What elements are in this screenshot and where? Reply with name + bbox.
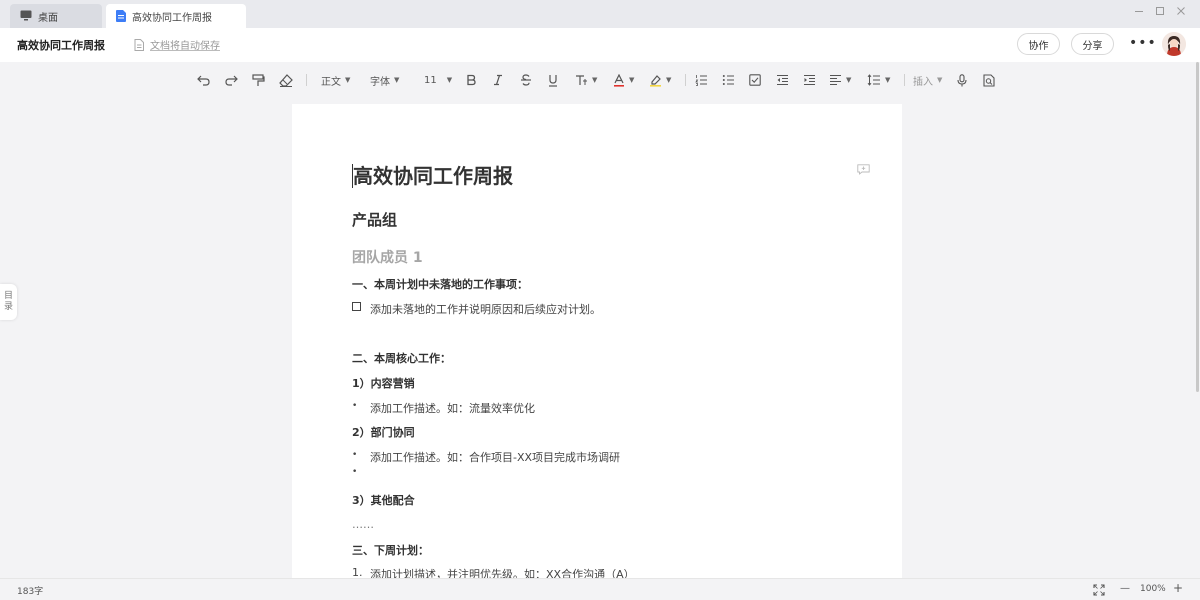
chevron-down-icon: ▼ (885, 76, 891, 84)
tab-document-label: 高效协同工作周报 (132, 12, 212, 24)
document-heading-3[interactable]: 团队成员 1 (352, 247, 423, 267)
ordered-list-icon[interactable] (695, 72, 708, 88)
text-effects-icon[interactable]: ▼ (575, 72, 597, 88)
collaborate-button[interactable]: 协作 (1017, 33, 1060, 55)
undo-icon[interactable] (197, 72, 211, 88)
toc-label-top: 目 (3, 291, 13, 301)
list-item[interactable]: 添加工作描述。如：流量效率优化 (370, 400, 535, 416)
highlight-icon[interactable]: ▼ (649, 72, 671, 88)
chevron-down-icon: ▼ (666, 76, 672, 84)
font-size-dropdown[interactable]: 11 ▼ (424, 72, 452, 88)
document-title[interactable]: 高效协同工作周报 (17, 37, 105, 53)
chevron-down-icon: ▼ (446, 76, 453, 84)
redo-icon[interactable] (224, 72, 238, 88)
voice-icon[interactable] (957, 72, 967, 88)
section-next-week-plan[interactable]: 三、下周计划： (352, 542, 429, 558)
font-family-label: 字体 (370, 76, 390, 88)
maximize-icon[interactable] (1153, 6, 1167, 20)
document-page[interactable]: 高效协同工作周报 产品组 团队成员 1 一、本周计划中未落地的工作事项： 添加未… (292, 104, 902, 578)
toolbar-divider (306, 74, 307, 86)
line-spacing-icon[interactable]: ▼ (867, 72, 890, 88)
section-core-work[interactable]: 二、本周核心工作： (352, 350, 451, 366)
zoom-in-button[interactable]: + (1173, 581, 1183, 595)
bullet-icon: • (352, 401, 358, 411)
bullet-icon: • (352, 450, 358, 460)
autosave-label: 文档将自动保存 (150, 41, 220, 52)
document-heading-1[interactable]: 高效协同工作周报 (352, 164, 513, 188)
close-icon[interactable] (1174, 6, 1188, 20)
strikethrough-icon[interactable] (520, 72, 532, 88)
chevron-down-icon: ▼ (345, 76, 351, 84)
font-size-label: 11 (424, 74, 437, 86)
chevron-down-icon: ▼ (846, 76, 852, 84)
italic-icon[interactable] (493, 72, 503, 88)
zoom-level[interactable]: 100% (1140, 584, 1166, 594)
subsection-content-marketing[interactable]: 1）内容营销 (352, 375, 415, 391)
bullet-icon: • (352, 467, 358, 477)
paragraph-style-label: 正文 (321, 76, 341, 88)
table-of-contents-tab[interactable]: 目 录 (0, 284, 17, 320)
formatting-toolbar: 正文 ▼ 字体 ▼ 11 ▼ ▼ ▼ ▼ ▼ ▼ 插入 ▼ (0, 62, 1200, 96)
document-icon (134, 38, 144, 51)
autosave-status: 文档将自动保存 (134, 37, 220, 52)
add-comment-icon[interactable] (857, 164, 870, 178)
bold-icon[interactable] (465, 72, 477, 88)
clear-format-icon[interactable] (279, 72, 293, 88)
toolbar-divider (685, 74, 686, 86)
subsection-other[interactable]: 3）其他配合 (352, 492, 415, 508)
task-item[interactable]: 添加未落地的工作并说明原因和后续应对计划。 (370, 301, 601, 317)
tab-document[interactable]: 高效协同工作周报 (106, 4, 246, 28)
insert-label: 插入 (913, 76, 933, 88)
title-bar: 桌面 高效协同工作周报 (0, 0, 1200, 28)
avatar[interactable] (1162, 32, 1186, 56)
zoom-out-button[interactable]: — (1120, 583, 1130, 594)
tab-desktop-label: 桌面 (38, 12, 58, 24)
align-icon[interactable]: ▼ (829, 72, 851, 88)
bullet-list-icon[interactable] (722, 72, 735, 88)
checklist-icon[interactable] (749, 72, 761, 88)
section-unfinished-tasks[interactable]: 一、本周计划中未落地的工作事项： (352, 276, 528, 292)
tab-desktop[interactable]: 桌面 (10, 4, 102, 28)
status-bar: 183字 — 100% + (0, 578, 1200, 600)
list-number: 1. (352, 566, 363, 578)
scrollbar-thumb[interactable] (1196, 62, 1199, 392)
list-item[interactable]: 添加计划描述，并注明优先级。如：XX合作沟通（A） (370, 566, 635, 578)
chevron-down-icon: ▼ (592, 76, 598, 84)
fullscreen-icon[interactable] (1093, 584, 1105, 599)
document-header: 高效协同工作周报 文档将自动保存 协作 分享 ••• (0, 28, 1200, 62)
find-replace-icon[interactable] (983, 72, 995, 88)
task-checkbox[interactable] (352, 302, 361, 311)
indent-icon[interactable] (803, 72, 816, 88)
chevron-down-icon: ▼ (937, 76, 943, 84)
outdent-icon[interactable] (776, 72, 789, 88)
list-item[interactable]: 添加工作描述。如：合作项目-XX项目完成市场调研 (370, 449, 620, 465)
insert-dropdown[interactable]: 插入 ▼ (913, 72, 942, 88)
chevron-down-icon: ▼ (629, 76, 635, 84)
toolbar-divider (904, 74, 905, 86)
more-options-icon[interactable]: ••• (1129, 35, 1157, 51)
font-family-dropdown[interactable]: 字体 ▼ (370, 72, 399, 88)
word-count: 183字 (17, 587, 44, 597)
format-painter-icon[interactable] (252, 72, 265, 88)
paragraph-style-dropdown[interactable]: 正文 ▼ (321, 72, 350, 88)
document-heading-2[interactable]: 产品组 (352, 209, 397, 230)
minimize-icon[interactable] (1132, 6, 1146, 20)
font-color-icon[interactable]: ▼ (613, 72, 634, 88)
toc-label-bottom: 录 (3, 302, 13, 312)
subsection-department-collab[interactable]: 2）部门协同 (352, 424, 415, 440)
share-button[interactable]: 分享 (1071, 33, 1114, 55)
ellipsis-text[interactable]: …… (352, 518, 374, 531)
underline-icon[interactable] (547, 72, 559, 88)
doc-icon (116, 10, 126, 25)
chevron-down-icon: ▼ (394, 76, 400, 84)
monitor-icon (20, 10, 32, 24)
